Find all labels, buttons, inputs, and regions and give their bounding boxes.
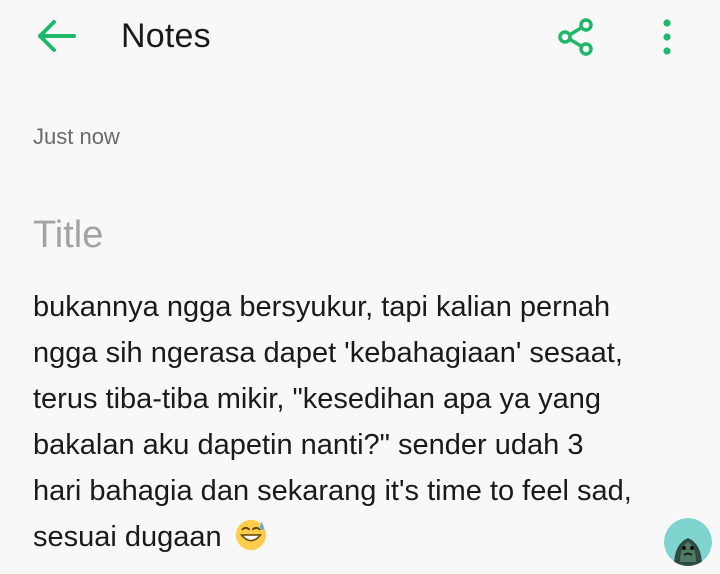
note-body-line: terus tiba-tiba mikir, "kesedihan apa ya… — [33, 383, 602, 415]
grinning-sweat-emoji — [235, 519, 266, 551]
page-title: Notes — [121, 17, 211, 55]
share-button[interactable] — [552, 14, 598, 60]
note-body-line: hari bahagia dan sekarang it's time to f… — [33, 475, 632, 507]
back-button[interactable] — [30, 14, 82, 58]
more-vertical-icon — [663, 19, 671, 55]
floating-avatar[interactable] — [664, 518, 712, 566]
note-body-field[interactable]: bukannya ngga bersyukur, tapi kalian per… — [33, 284, 703, 560]
note-body-line: ngga sih ngerasa dapet 'kebahagiaan' ses… — [33, 337, 623, 369]
note-body-line: bakalan aku dapetin nanti?" sender udah … — [33, 429, 584, 461]
note-title-field[interactable]: Title — [33, 214, 103, 257]
note-timestamp: Just now — [33, 124, 120, 149]
share-icon — [558, 18, 593, 56]
note-body-line: bukannya ngga bersyukur, tapi kalian per… — [33, 291, 611, 323]
note-body-line: sesuai dugaan — [33, 521, 222, 553]
arrow-left-icon — [38, 20, 76, 52]
avatar-icon — [664, 518, 712, 566]
app-bar: Notes — [0, 0, 720, 76]
more-options-button[interactable] — [650, 14, 684, 60]
